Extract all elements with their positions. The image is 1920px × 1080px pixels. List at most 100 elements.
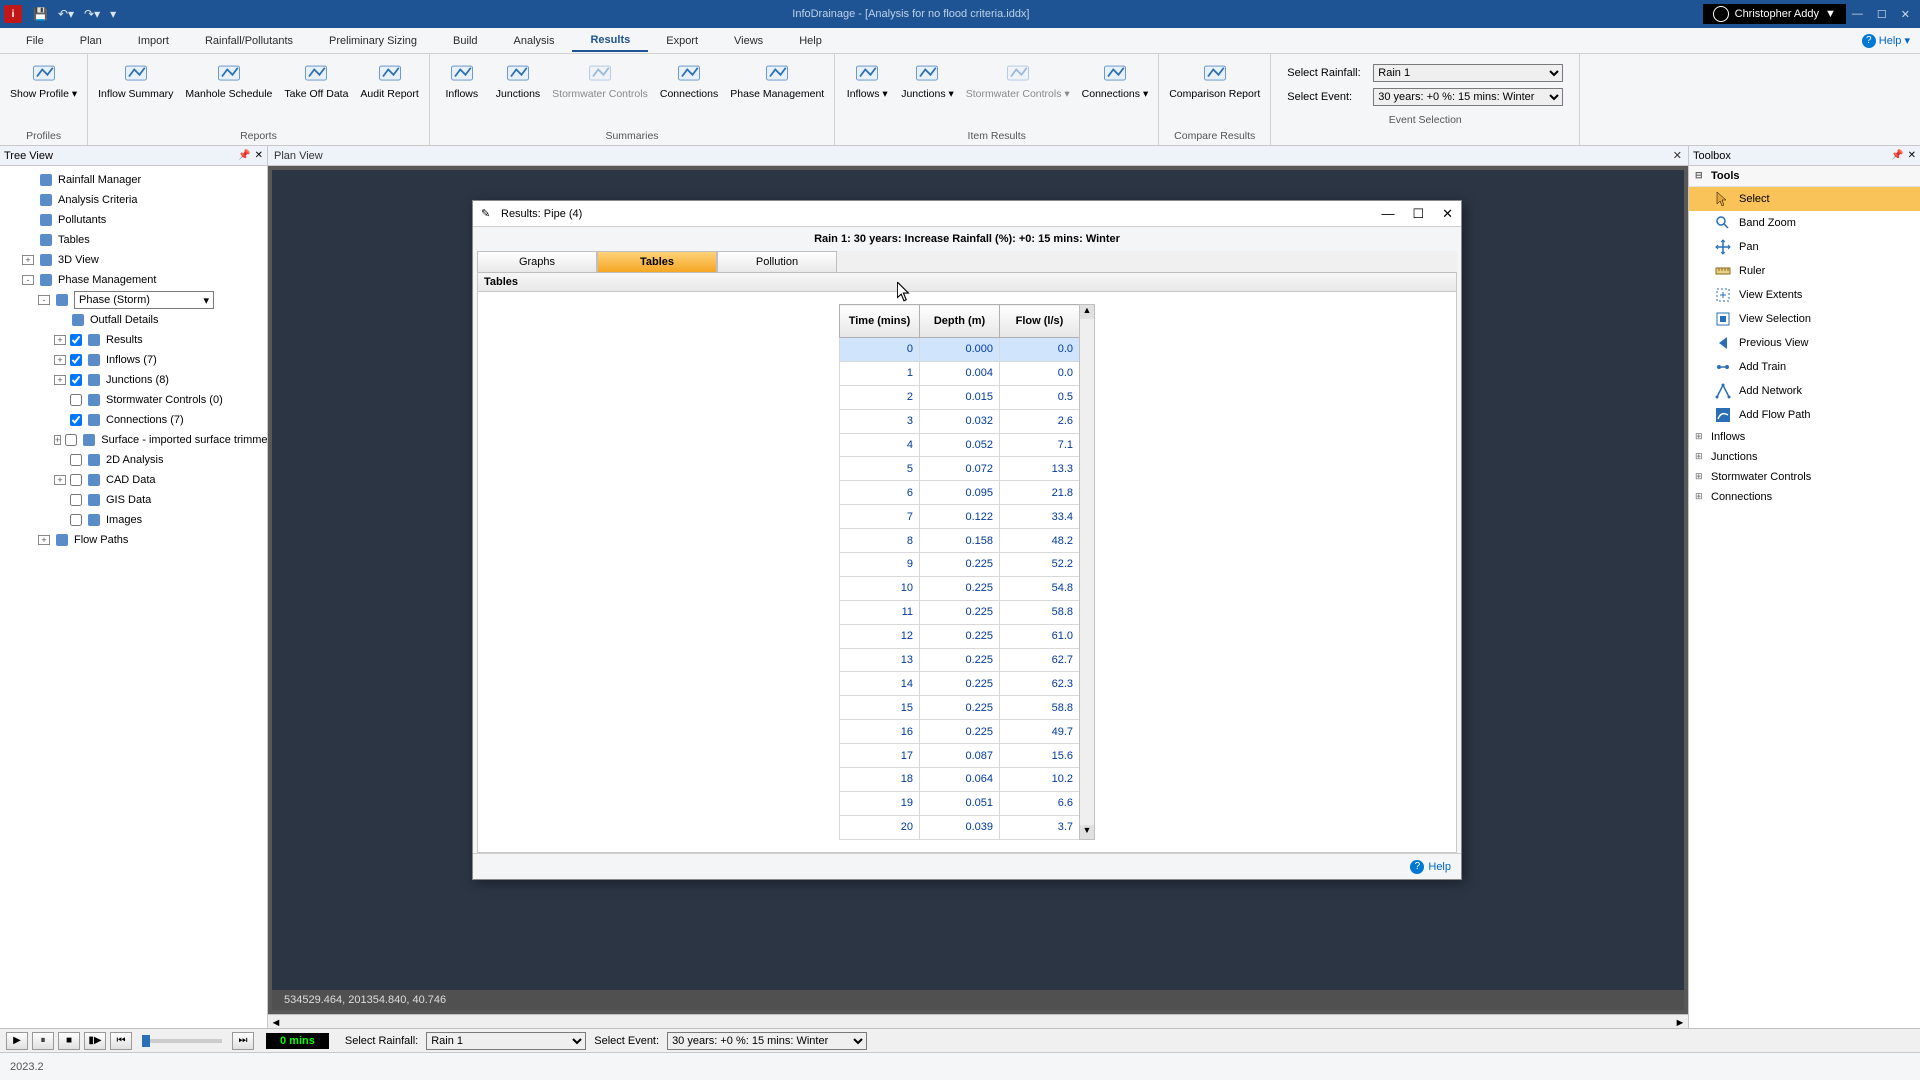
tree-tables[interactable]: Tables (0, 230, 267, 250)
tree-checkbox[interactable] (70, 474, 82, 486)
table-row[interactable]: 110.22558.8 (840, 600, 1080, 624)
first-button[interactable]: ⏮ (110, 1032, 132, 1050)
tree-cad-data[interactable]: +CAD Data (0, 470, 267, 490)
tree-surface-imported-surface-trimmed[interactable]: +Surface - imported surface trimmed (0, 430, 267, 450)
tree-phase-management[interactable]: -Phase Management (0, 270, 267, 290)
ribbon-junctions[interactable]: Junctions ▾ (897, 58, 958, 102)
table-row[interactable]: 180.06410.2 (840, 768, 1080, 792)
qat-redo-icon[interactable]: ↷▾ (81, 7, 103, 21)
qat-customize-icon[interactable]: ▾ (107, 7, 119, 21)
tree-checkbox[interactable] (70, 354, 82, 366)
tree-images[interactable]: Images (0, 510, 267, 530)
tree-2d-analysis[interactable]: 2D Analysis (0, 450, 267, 470)
table-row[interactable]: 70.12233.4 (840, 505, 1080, 529)
tree-results[interactable]: +Results (0, 330, 267, 350)
rainfall-select[interactable]: Rain 1 (1373, 64, 1563, 82)
table-scrollbar[interactable]: ▲▼ (1079, 304, 1095, 840)
ribbon-inflow-summary[interactable]: Inflow Summary (94, 58, 177, 102)
tool-band-zoom[interactable]: Band Zoom (1689, 211, 1920, 235)
qat-undo-icon[interactable]: ↶▾ (55, 7, 77, 21)
dialog-maximize-icon[interactable]: ☐ (1412, 206, 1424, 222)
menu-import[interactable]: Import (120, 31, 187, 51)
toolbox-pin-icon[interactable]: 📌 (1891, 150, 1903, 161)
plan-view-close-icon[interactable]: ✕ (1673, 149, 1682, 162)
ribbon-audit-report[interactable]: Audit Report (356, 58, 422, 102)
tool-select[interactable]: Select (1689, 187, 1920, 211)
table-row[interactable]: 60.09521.8 (840, 481, 1080, 505)
dialog-close-icon[interactable]: ✕ (1442, 206, 1453, 222)
pin-icon[interactable]: 📌 (238, 150, 250, 161)
ribbon-take-off-data[interactable]: Take Off Data (280, 58, 352, 102)
menu-preliminary-sizing[interactable]: Preliminary Sizing (311, 31, 435, 51)
menu-views[interactable]: Views (716, 31, 781, 51)
menu-help[interactable]: Help (781, 31, 840, 51)
maximize-icon[interactable]: ☐ (1877, 8, 1887, 21)
table-row[interactable]: 120.22561.0 (840, 624, 1080, 648)
ribbon-inflows[interactable]: Inflows (436, 58, 488, 102)
table-row[interactable]: 100.22554.8 (840, 576, 1080, 600)
close-icon[interactable]: ✕ (1901, 8, 1910, 21)
ribbon-manhole-schedule[interactable]: Manhole Schedule (181, 58, 276, 102)
tool-group-junctions[interactable]: Junctions (1689, 447, 1920, 467)
minimize-icon[interactable]: — (1852, 8, 1863, 21)
ribbon-show-profile[interactable]: Show Profile ▾ (6, 58, 81, 102)
results-tab-graphs[interactable]: Graphs (477, 251, 597, 272)
step-button[interactable]: ▮▶ (84, 1032, 106, 1050)
menu-export[interactable]: Export (648, 31, 716, 51)
tree-connections-7-[interactable]: Connections (7) (0, 410, 267, 430)
tree-checkbox[interactable] (70, 394, 82, 406)
tree-phase-storm-[interactable]: -Phase (Storm)▾ (0, 290, 267, 310)
menu-analysis[interactable]: Analysis (496, 31, 573, 51)
results-tab-tables[interactable]: Tables (597, 251, 717, 272)
panel-close-icon[interactable]: ✕ (255, 150, 263, 161)
table-row[interactable]: 150.22558.8 (840, 696, 1080, 720)
table-row[interactable]: 190.0516.6 (840, 791, 1080, 815)
table-row[interactable]: 30.0322.6 (840, 409, 1080, 433)
tree-flow-paths[interactable]: +Flow Paths (0, 530, 267, 550)
table-row[interactable]: 160.22549.7 (840, 720, 1080, 744)
qat-save-icon[interactable]: 💾 (30, 7, 51, 21)
menu-rainfall-pollutants[interactable]: Rainfall/Pollutants (187, 31, 311, 51)
ribbon-junctions[interactable]: Junctions (492, 58, 544, 102)
tool-group-inflows[interactable]: Inflows (1689, 427, 1920, 447)
last-button[interactable]: ⏭ (232, 1032, 254, 1050)
user-menu[interactable]: Christopher Addy▼ (1703, 4, 1846, 24)
menu-build[interactable]: Build (435, 31, 495, 51)
tool-view-extents[interactable]: View Extents (1689, 283, 1920, 307)
event-select[interactable]: 30 years: +0 %: 15 mins: Winter (1373, 88, 1563, 106)
tool-add-flow-path[interactable]: Add Flow Path (1689, 403, 1920, 427)
tree-rainfall-manager[interactable]: Rainfall Manager (0, 170, 267, 190)
table-row[interactable]: 130.22562.7 (840, 648, 1080, 672)
ribbon-comparison-report[interactable]: Comparison Report (1165, 58, 1264, 102)
tree-gis-data[interactable]: GIS Data (0, 490, 267, 510)
ribbon-connections[interactable]: Connections (656, 58, 722, 102)
tree-checkbox[interactable] (65, 434, 77, 446)
dialog-minimize-icon[interactable]: — (1381, 206, 1394, 222)
ribbon-inflows[interactable]: Inflows ▾ (841, 58, 893, 102)
help-link[interactable]: Help ▾ (1862, 34, 1910, 48)
tree-checkbox[interactable] (70, 514, 82, 526)
tool-ruler[interactable]: Ruler (1689, 259, 1920, 283)
menu-plan[interactable]: Plan (62, 31, 120, 51)
table-row[interactable]: 20.0150.5 (840, 385, 1080, 409)
tool-add-network[interactable]: Add Network (1689, 379, 1920, 403)
tree-stormwater-controls-0-[interactable]: Stormwater Controls (0) (0, 390, 267, 410)
playbar-rainfall-select[interactable]: Rain 1 (426, 1032, 586, 1050)
table-row[interactable]: 140.22562.3 (840, 672, 1080, 696)
table-row[interactable]: 90.22552.2 (840, 553, 1080, 577)
phase-combo[interactable]: Phase (Storm)▾ (74, 291, 214, 309)
stop-button[interactable]: ■ (58, 1032, 80, 1050)
table-row[interactable]: 200.0393.7 (840, 815, 1080, 839)
tree-pollutants[interactable]: Pollutants (0, 210, 267, 230)
tool-view-selection[interactable]: View Selection (1689, 307, 1920, 331)
tool-previous-view[interactable]: Previous View (1689, 331, 1920, 355)
results-tab-pollution[interactable]: Pollution (717, 251, 837, 272)
tree-analysis-criteria[interactable]: Analysis Criteria (0, 190, 267, 210)
tool-group-connections[interactable]: Connections (1689, 487, 1920, 507)
menu-file[interactable]: File (8, 31, 62, 51)
tool-add-train[interactable]: Add Train (1689, 355, 1920, 379)
tree-outfall-details[interactable]: Outfall Details (0, 310, 267, 330)
tree-checkbox[interactable] (70, 334, 82, 346)
toolbox-close-icon[interactable]: ✕ (1908, 150, 1916, 161)
ribbon-connections[interactable]: Connections ▾ (1078, 58, 1153, 102)
